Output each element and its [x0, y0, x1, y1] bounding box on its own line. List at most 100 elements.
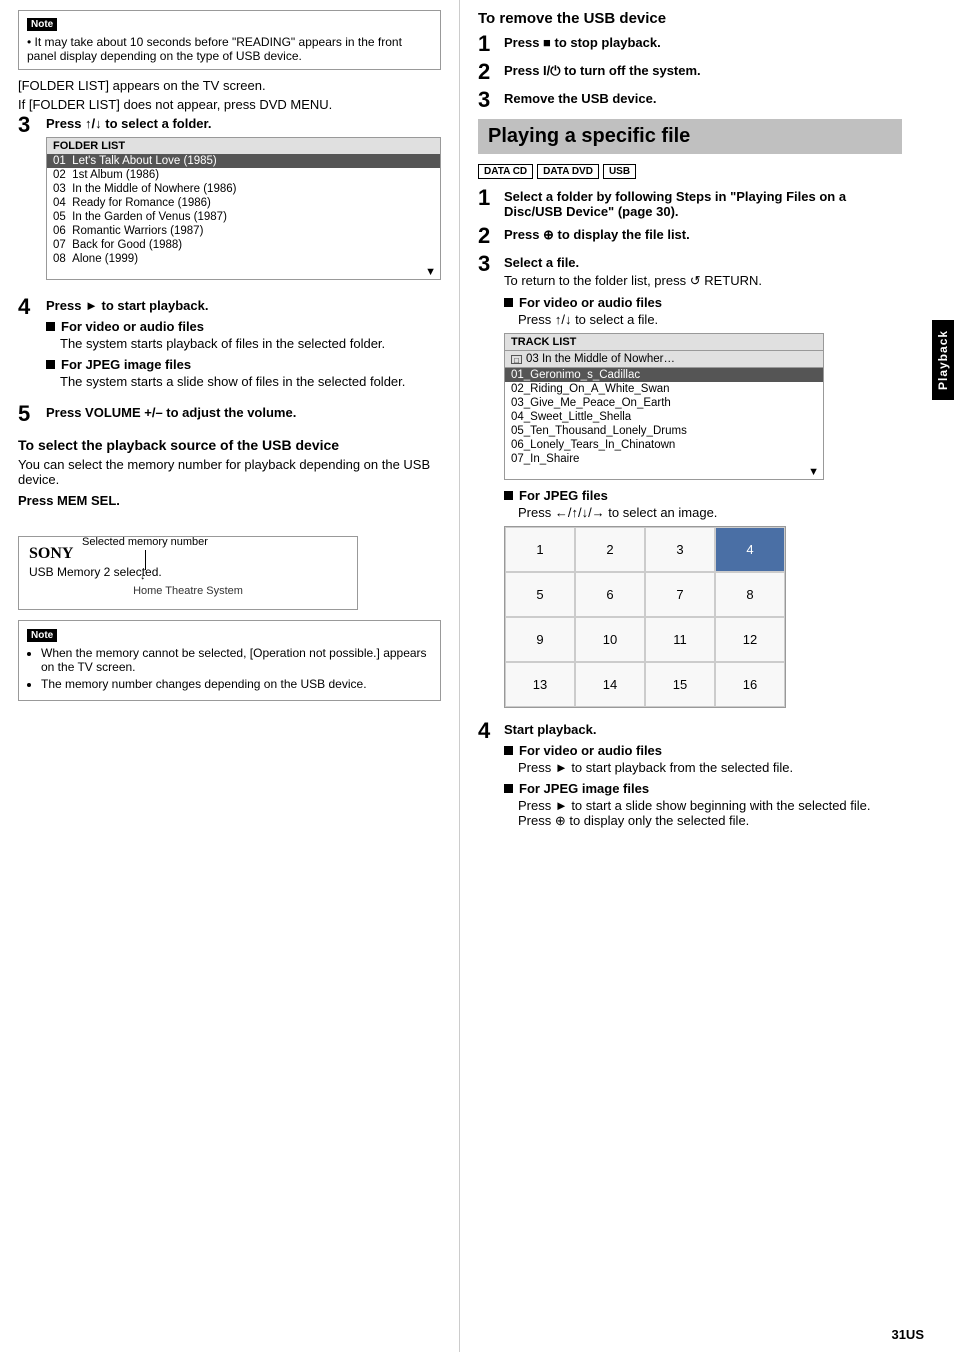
step-3-text: Press ↑/↓ to select a folder. — [46, 116, 211, 131]
grid-cell-1: 1 — [505, 527, 575, 572]
black-square-s4-1 — [504, 746, 513, 755]
track-item-4: 04_Sweet_Little_Shella — [505, 410, 823, 424]
note-content-1: • It may take about 10 seconds before "R… — [27, 35, 432, 63]
sub-body-jpeg-right: Press ←/↑/↓/→ to select an image. — [518, 505, 902, 520]
grid-cell-7: 7 — [645, 572, 715, 617]
display-area: Selected memory number ↓ SONY USB Memory… — [18, 536, 358, 610]
black-square-s4-2 — [504, 784, 513, 793]
grid-cell-11: 11 — [645, 617, 715, 662]
sub-heading-jpeg-label: For JPEG image files — [61, 357, 191, 372]
grid-cell-16: 16 — [715, 662, 785, 707]
sub-body-video-right: Press ↑/↓ to select a file. — [518, 312, 902, 327]
remove-step-2-text: Press I/⏻ to turn off the system. — [504, 63, 701, 78]
play-step-3-text: Select a file. — [504, 255, 579, 270]
sub-body-video: The system starts playback of files in t… — [60, 336, 441, 351]
step-5-text: Press VOLUME +/– to adjust the volume. — [46, 405, 296, 420]
note-list-2: When the memory cannot be selected, [Ope… — [41, 646, 432, 691]
track-list-header-label: TRACK LIST — [511, 336, 576, 348]
play-step-1: 1 Select a folder by following Steps in … — [478, 189, 902, 219]
folder-list-scroll: ▼ — [47, 266, 440, 279]
track-item-2: 02_Riding_On_A_White_Swan — [505, 382, 823, 396]
grid-cell-3: 3 — [645, 527, 715, 572]
play-step-4-num: 4 — [478, 720, 504, 742]
note-box-1: Note • It may take about 10 seconds befo… — [18, 10, 441, 70]
folder-list-text2: If [FOLDER LIST] does not appear, press … — [18, 97, 441, 112]
step3-return-text: To return to the folder list, press ↺ RE… — [504, 273, 902, 289]
grid-cell-13: 13 — [505, 662, 575, 707]
sub-heading-video-right-label: For video or audio files — [519, 295, 662, 310]
press-mem-sel: Press MEM SEL. — [18, 493, 441, 508]
track-folder-row: □ 03 In the Middle of Nowher… — [505, 350, 823, 368]
folder-item-6: 06 Romantic Warriors (1987) — [47, 224, 440, 238]
remove-step-3-text: Remove the USB device. — [504, 91, 656, 106]
grid-cell-14: 14 — [575, 662, 645, 707]
playing-section-title: Playing a specific file — [478, 119, 902, 154]
track-item-1: 01_Geronimo_s_Cadillac — [505, 368, 823, 382]
remove-step-2: 2 Press I/⏻ to turn off the system. — [478, 63, 902, 83]
remove-step-1: 1 Press ■ to stop playback. — [478, 35, 902, 55]
grid-cell-9: 9 — [505, 617, 575, 662]
home-theatre-text: Home Theatre System — [29, 585, 347, 597]
step-4-number: 4 — [18, 296, 46, 318]
track-item-3: 03_Give_Me_Peace_On_Earth — [505, 396, 823, 410]
sub-heading-jpeg-s4: For JPEG image files — [504, 781, 902, 796]
usb-text: USB Memory 2 selected. — [29, 565, 347, 579]
sub-heading-video-right: For video or audio files — [504, 295, 902, 310]
page-number: 31US — [891, 1327, 924, 1342]
display-box: SONY USB Memory 2 selected. Home Theatre… — [18, 536, 358, 610]
play-step-2-text: Press ⊕ to display the file list. — [504, 227, 690, 242]
grid-cell-15: 15 — [645, 662, 715, 707]
grid-cell-8: 8 — [715, 572, 785, 617]
sub-heading-jpeg-right: For JPEG files — [504, 488, 902, 503]
sub-heading-video: For video or audio files — [46, 319, 441, 334]
step-4: 4 Press ► to start playback. For video o… — [18, 298, 441, 395]
track-list-box: TRACK LIST □ 03 In the Middle of Nowher…… — [504, 333, 824, 480]
track-list-scroll: ▼ — [505, 466, 823, 479]
track-list-header: TRACK LIST — [505, 334, 823, 350]
step-3: 3 Press ↑/↓ to select a folder. FOLDER L… — [18, 116, 441, 288]
grid-cell-5: 5 — [505, 572, 575, 617]
black-square-r2 — [504, 491, 513, 500]
badge-usb: USB — [603, 164, 636, 179]
folder-item-4: 04 Ready for Romance (1986) — [47, 196, 440, 210]
play-step-4: 4 Start playback. For video or audio fil… — [478, 722, 902, 835]
folder-icon: □ — [511, 355, 522, 364]
step-3-number: 3 — [18, 114, 46, 136]
note-label-1: Note — [27, 18, 57, 31]
note-item-1: When the memory cannot be selected, [Ope… — [41, 646, 432, 674]
remove-step-3: 3 Remove the USB device. — [478, 91, 902, 111]
remove-step-2-num: 2 — [478, 61, 504, 83]
folder-item-3: 03 In the Middle of Nowhere (1986) — [47, 182, 440, 196]
grid-cell-6: 6 — [575, 572, 645, 617]
badge-row: DATA CD DATA DVD USB — [478, 164, 902, 179]
badge-data-dvd: DATA DVD — [537, 164, 599, 179]
folder-list-box: FOLDER LIST 01 Let's Talk About Love (19… — [46, 137, 441, 280]
folder-list-header: FOLDER LIST — [47, 138, 440, 154]
note-label-2: Note — [27, 629, 57, 642]
step-4-text: Press ► to start playback. — [46, 298, 208, 313]
grid-cell-10: 10 — [575, 617, 645, 662]
play-step-1-text: Select a folder by following Steps in "P… — [504, 189, 846, 219]
remove-step-1-text: Press ■ to stop playback. — [504, 35, 661, 50]
play-step-3: 3 Select a file. To return to the folder… — [478, 255, 902, 714]
grid-cell-2: 2 — [575, 527, 645, 572]
sidebar-tab: Playback — [932, 320, 954, 400]
grid-cell-4: 4 — [715, 527, 785, 572]
folder-item-5: 05 In the Garden of Venus (1987) — [47, 210, 440, 224]
image-grid: 1 2 3 4 5 6 7 8 9 10 11 12 13 14 15 16 — [504, 526, 786, 708]
sony-logo: SONY — [29, 545, 347, 563]
remove-usb-title: To remove the USB device — [478, 10, 902, 27]
black-square-2 — [46, 360, 55, 369]
sub-heading-video-label: For video or audio files — [61, 319, 204, 334]
note-text-1: • It may take about 10 seconds before "R… — [27, 35, 432, 63]
select-playback-body: You can select the memory number for pla… — [18, 457, 441, 487]
black-square-r1 — [504, 298, 513, 307]
track-item-6: 06_Lonely_Tears_In_Chinatown — [505, 438, 823, 452]
sub-body-jpeg: The system starts a slide show of files … — [60, 374, 441, 389]
play-step-3-num: 3 — [478, 253, 504, 275]
note-item-2: The memory number changes depending on t… — [41, 677, 432, 691]
folder-item-1: 01 Let's Talk About Love (1985) — [47, 154, 440, 168]
badge-data-cd: DATA CD — [478, 164, 533, 179]
folder-item-2: 02 1st Album (1986) — [47, 168, 440, 182]
sub-heading-jpeg-right-label: For JPEG files — [519, 488, 608, 503]
